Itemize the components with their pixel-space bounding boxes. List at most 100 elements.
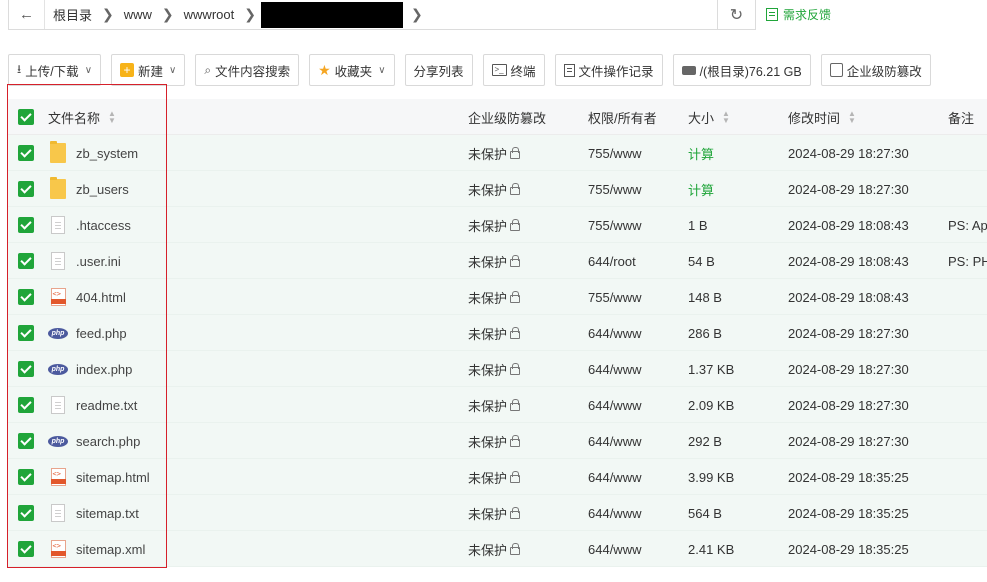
php-file-icon: php bbox=[48, 363, 68, 375]
breadcrumb-item-wwwroot[interactable]: wwwroot bbox=[176, 7, 237, 22]
upload-icon: ⭳ bbox=[17, 61, 22, 76]
protect-status: 未保护 bbox=[468, 362, 508, 378]
row-checkbox[interactable] bbox=[18, 253, 34, 269]
lock-icon[interactable] bbox=[510, 255, 521, 267]
feedback-link[interactable]: 需求反馈 bbox=[766, 6, 831, 23]
file-name[interactable]: sitemap.xml bbox=[76, 542, 145, 557]
chevron-right-icon: ❯ bbox=[161, 6, 174, 22]
chevron-down-icon: ∨ bbox=[378, 64, 386, 76]
sort-icon[interactable]: ▲ ▼ bbox=[722, 110, 730, 125]
lock-icon[interactable] bbox=[510, 363, 521, 375]
row-checkbox[interactable] bbox=[18, 505, 34, 521]
perm-owner[interactable]: 644/www bbox=[588, 326, 641, 341]
table-row[interactable]: <> 404.html 未保护 755/www 148 B 2024-08-29 18:0… bbox=[8, 279, 987, 315]
file-name[interactable]: 404.html bbox=[76, 290, 126, 305]
lock-icon[interactable] bbox=[510, 219, 521, 231]
share-list-button[interactable]: 分享列表 bbox=[404, 54, 473, 86]
perm-owner[interactable]: 644/www bbox=[588, 398, 641, 413]
perm-owner[interactable]: 755/www bbox=[588, 182, 641, 197]
table-row[interactable]: .htaccess 未保护 755/www 1 B 2024-08-29 18:08:4… bbox=[8, 207, 987, 243]
select-all-checkbox[interactable] bbox=[18, 109, 34, 125]
file-name[interactable]: sitemap.html bbox=[76, 470, 150, 485]
perm-owner[interactable]: 644/www bbox=[588, 506, 641, 521]
sort-icon[interactable]: ▲ ▼ bbox=[108, 110, 116, 125]
row-checkbox[interactable] bbox=[18, 145, 34, 161]
tamper-button[interactable]: 企业级防篡改 bbox=[820, 54, 931, 86]
row-checkbox[interactable] bbox=[18, 433, 34, 449]
file-size[interactable]: 计算 bbox=[688, 144, 714, 163]
perm-owner[interactable]: 644/www bbox=[588, 542, 641, 557]
chevron-down-icon: ∨ bbox=[84, 64, 93, 76]
content-search-button[interactable]: ⌕ 文件内容搜索 bbox=[195, 54, 300, 86]
row-checkbox[interactable] bbox=[18, 397, 34, 413]
header-mtime[interactable]: 修改时间 bbox=[788, 108, 840, 127]
chevron-right-icon: ❯ bbox=[102, 6, 114, 22]
file-icon bbox=[51, 252, 65, 270]
file-name[interactable]: index.php bbox=[76, 362, 132, 377]
file-note[interactable]: PS: Apa bbox=[948, 218, 987, 233]
table-row[interactable]: zb_users 未保护 755/www 计算 2024-08-29 18:27:30 bbox=[8, 171, 987, 207]
header-size[interactable]: 大小 bbox=[688, 108, 714, 127]
file-name[interactable]: zb_users bbox=[76, 182, 129, 197]
modified-time: 2024-08-29 18:27:30 bbox=[788, 433, 909, 449]
file-name[interactable]: sitemap.txt bbox=[76, 506, 139, 521]
upload-download-label: 上传/下载 bbox=[25, 64, 79, 79]
row-checkbox[interactable] bbox=[18, 541, 34, 557]
row-checkbox[interactable] bbox=[18, 289, 34, 305]
file-size[interactable]: 计算 bbox=[688, 180, 714, 199]
file-size: 2.41 KB bbox=[688, 541, 735, 557]
row-checkbox[interactable] bbox=[18, 469, 34, 485]
breadcrumb-item-www[interactable]: www bbox=[116, 7, 154, 22]
table-row[interactable]: sitemap.txt 未保护 644/www 564 B 2024-08-29 18:… bbox=[8, 495, 987, 531]
lock-icon[interactable] bbox=[510, 471, 521, 483]
perm-owner[interactable]: 644/www bbox=[588, 470, 641, 485]
lock-icon[interactable] bbox=[510, 435, 521, 447]
table-row[interactable]: php feed.php 未保护 644/www 286 B 2024-08-29 18:… bbox=[8, 315, 987, 351]
perm-owner[interactable]: 644/root bbox=[588, 254, 636, 269]
lock-icon[interactable] bbox=[510, 399, 521, 411]
refresh-icon[interactable]: ↻ bbox=[718, 0, 756, 30]
lock-icon[interactable] bbox=[510, 291, 521, 303]
modified-time: 2024-08-29 18:35:25 bbox=[788, 505, 909, 521]
row-checkbox[interactable] bbox=[18, 181, 34, 197]
file-name[interactable]: search.php bbox=[76, 434, 140, 449]
table-row[interactable]: php index.php 未保护 644/www 1.37 KB 2024-08-29 … bbox=[8, 351, 987, 387]
terminal-button[interactable]: >_ 终端 bbox=[482, 54, 545, 86]
file-note[interactable]: PS: PH bbox=[948, 254, 987, 269]
favorites-button[interactable]: ★ 收藏夹 ∨ bbox=[309, 54, 395, 86]
breadcrumb-item-root[interactable]: 根目录 bbox=[45, 5, 94, 24]
sort-icon[interactable]: ▲ ▼ bbox=[848, 110, 856, 125]
table-row[interactable]: <> sitemap.html 未保护 644/www 3.99 KB 2024-08-2… bbox=[8, 459, 987, 495]
perm-owner[interactable]: 644/www bbox=[588, 362, 641, 377]
lock-icon[interactable] bbox=[510, 183, 521, 195]
arrow-left-icon[interactable]: ← bbox=[9, 0, 45, 29]
row-checkbox[interactable] bbox=[18, 217, 34, 233]
row-checkbox[interactable] bbox=[18, 325, 34, 341]
perm-owner[interactable]: 755/www bbox=[588, 290, 641, 305]
row-checkbox[interactable] bbox=[18, 361, 34, 377]
lock-icon[interactable] bbox=[510, 543, 521, 555]
file-name[interactable]: .user.ini bbox=[76, 254, 121, 269]
table-row[interactable]: .user.ini 未保护 644/root 54 B 2024-08-29 18:08… bbox=[8, 243, 987, 279]
perm-owner[interactable]: 755/www bbox=[588, 218, 641, 233]
header-name[interactable]: 文件名称 bbox=[48, 108, 100, 127]
disk-label: /(根目录)76.21 GB bbox=[699, 64, 802, 79]
table-row[interactable]: readme.txt 未保护 644/www 2.09 KB 2024-08-29 18… bbox=[8, 387, 987, 423]
lock-icon[interactable] bbox=[510, 147, 521, 159]
disk-button[interactable]: /(根目录)76.21 GB bbox=[672, 54, 811, 86]
perm-owner[interactable]: 644/www bbox=[588, 434, 641, 449]
modified-time: 2024-08-29 18:27:30 bbox=[788, 361, 909, 377]
table-row[interactable]: <> sitemap.xml 未保护 644/www 2.41 KB 2024-08-29… bbox=[8, 531, 987, 567]
op-log-button[interactable]: 文件操作记录 bbox=[554, 54, 663, 86]
lock-icon[interactable] bbox=[510, 507, 521, 519]
file-name[interactable]: .htaccess bbox=[76, 218, 131, 233]
file-name[interactable]: feed.php bbox=[76, 326, 127, 341]
new-button[interactable]: + 新建 ∨ bbox=[111, 54, 186, 86]
table-row[interactable]: zb_system 未保护 755/www 计算 2024-08-29 18:27:30 bbox=[8, 135, 987, 171]
perm-owner[interactable]: 755/www bbox=[588, 146, 641, 161]
table-row[interactable]: php search.php 未保护 644/www 292 B 2024-08-29 1… bbox=[8, 423, 987, 459]
upload-download-button[interactable]: ⭳ 上传/下载 ∨ bbox=[8, 54, 102, 86]
file-name[interactable]: readme.txt bbox=[76, 398, 137, 413]
lock-icon[interactable] bbox=[510, 327, 521, 339]
file-name[interactable]: zb_system bbox=[76, 146, 138, 161]
